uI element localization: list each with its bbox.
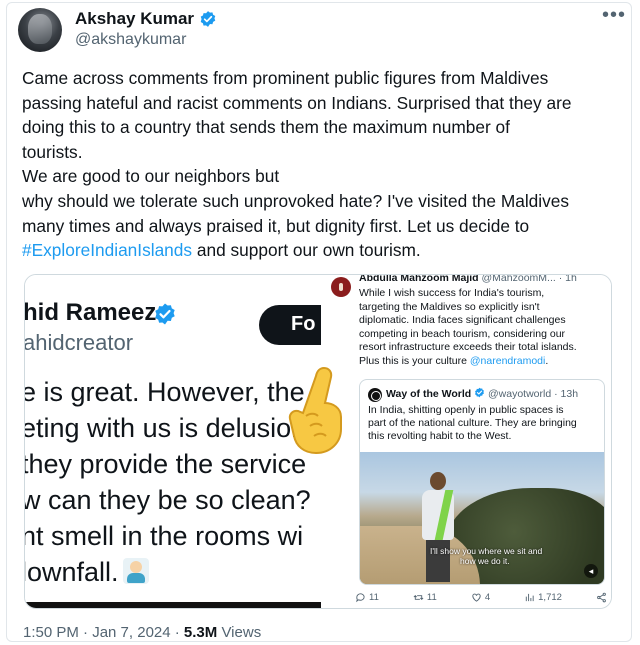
- quoted-line: part of the national culture. They are b…: [368, 417, 577, 430]
- reply-line: resort infrastructure exceeds their tota…: [359, 341, 577, 354]
- screenshot-text-line: e is great. However, the: [25, 377, 305, 407]
- tweet-text: Came across comments from prominent publ…: [22, 66, 622, 263]
- hashtag-link[interactable]: #ExploreIndianIslands: [22, 240, 192, 260]
- like-count: 4: [484, 592, 491, 603]
- speaker-icon: ◂: [584, 564, 598, 578]
- mention-link: @narendramodi: [469, 354, 546, 367]
- verified-badge-icon: [200, 11, 216, 27]
- reply-action-bar: 11 11 4 1,712: [355, 591, 607, 605]
- reply-action: 11: [355, 591, 379, 605]
- reply-line: Plus this is your culture @narendramodi.: [359, 355, 609, 369]
- screenshot-bottom-bar: [25, 602, 321, 608]
- media-screenshot-left[interactable]: hid Rameez ahidcreator Fo e is great. Ho…: [25, 275, 321, 608]
- quoted-text: In India, shitting openly in public spac…: [368, 404, 604, 444]
- screenshot-author-name: hid Rameez: [25, 299, 157, 326]
- reply-line: While I wish success for India's tourism…: [359, 287, 545, 299]
- author-handle[interactable]: @akshaykumar: [75, 31, 186, 49]
- author-name[interactable]: Akshay Kumar: [75, 9, 194, 29]
- quoted-tweet: Way of the World @wayotworld · 13h In In…: [359, 379, 605, 585]
- reply-last-prefix: Plus this is your culture: [359, 354, 470, 367]
- media-screenshot-right[interactable]: Abdulla Mahzoom Majid @MahzoomM... · 1h …: [321, 275, 611, 608]
- video-caption-line: I'll show you where we sit and: [430, 546, 543, 556]
- quoted-video: I'll show you where we sit and how we do…: [360, 452, 604, 584]
- reply-icon: [356, 593, 365, 603]
- view-count: 1,712: [538, 592, 562, 603]
- views-action: 1,712: [524, 591, 562, 605]
- screenshot-text-line: they provide the service: [25, 449, 307, 479]
- reply-line: targeting the Maldives so explicitly isn…: [359, 300, 540, 313]
- tweet-line: #ExploreIndianIslands and support our ow…: [22, 238, 622, 263]
- quoted-line: this revolting habit to the West.: [368, 430, 512, 443]
- tweet-line: Came across comments from prominent publ…: [22, 68, 549, 88]
- screenshot-author-handle: ahidcreator: [25, 330, 134, 355]
- more-options-icon[interactable]: •••: [602, 4, 626, 27]
- tweet-meta: 1:50 PM · Jan 7, 2024 · 5.3M Views: [23, 624, 261, 641]
- tweet-line: doing this to a country that sends them …: [22, 117, 510, 138]
- share-icon: [597, 592, 606, 603]
- video-caption-line: how we do it.: [460, 556, 510, 566]
- reply-author-name: Abdulla Mahzoom Majid: [359, 275, 479, 284]
- verified-badge-icon: [155, 303, 175, 325]
- views-chart-icon: [525, 594, 534, 602]
- tweet-timestamp[interactable]: 1:50 PM · Jan 7, 2024 ·: [23, 624, 184, 641]
- tweet-line: tourists.: [22, 141, 83, 162]
- screenshot-text-line: lownfall.: [25, 557, 149, 588]
- person-shrugging-emoji-icon: [122, 558, 149, 584]
- reply-author-handle: @MahzoomM... · 1h: [481, 275, 577, 284]
- repost-icon: [413, 595, 424, 601]
- quoted-author-handle: @wayotworld · 13h: [488, 388, 579, 400]
- repost-action: 11: [413, 591, 437, 605]
- reply-last-suffix: .: [545, 354, 549, 367]
- reply-line: diplomatic. India faces significant chal…: [359, 314, 566, 327]
- pointing-hand-emoji-icon: [288, 366, 342, 455]
- author-name-row: Akshay Kumar: [75, 9, 217, 29]
- reply-author-avatar: [331, 277, 351, 297]
- quoted-author-avatar: [368, 388, 382, 402]
- screenshot-text-line: w can they be so clean?: [25, 485, 311, 515]
- tweet-line: We are good to our neighbors but: [22, 166, 280, 187]
- screenshot-text-line: nt smell in the rooms wi: [25, 521, 304, 551]
- reply-text: While I wish success for India's tourism…: [359, 287, 609, 369]
- quoted-author-name: Way of the World: [386, 388, 472, 400]
- views-count: 5.3M: [183, 624, 218, 641]
- repost-count: 11: [426, 592, 437, 603]
- quoted-header: Way of the World @wayotworld · 13h: [386, 387, 578, 402]
- screenshot-text-line: eting with us is delusion: [25, 413, 307, 443]
- quoted-line: In India, shitting openly in public spac…: [368, 404, 564, 416]
- like-action: 4: [471, 591, 490, 605]
- views-label: Views: [217, 624, 262, 641]
- heart-icon: [472, 593, 481, 603]
- video-caption: I'll show you where we sit and how we do…: [430, 546, 542, 566]
- tweet-line: many times and always praised it, but di…: [22, 215, 530, 236]
- author-avatar[interactable]: [18, 8, 62, 52]
- tweet-line: passing hateful and racist comments on I…: [22, 92, 572, 113]
- reply-header: Abdulla Mahzoom Majid @MahzoomM... · 1h: [359, 275, 577, 286]
- screenshot-last-line: lownfall.: [25, 557, 119, 587]
- person-head: [430, 472, 446, 490]
- screenshot-follow-button: Fo: [259, 305, 321, 345]
- reply-line: competing in beach tourism, considering …: [359, 327, 566, 340]
- share-action: [596, 592, 607, 603]
- tweet-line: why should we tolerate such unprovoked h…: [22, 190, 570, 211]
- tweet-line-tail: and support our own tourism.: [192, 240, 421, 261]
- verified-badge-icon: [475, 387, 485, 398]
- reply-count: 11: [369, 592, 379, 603]
